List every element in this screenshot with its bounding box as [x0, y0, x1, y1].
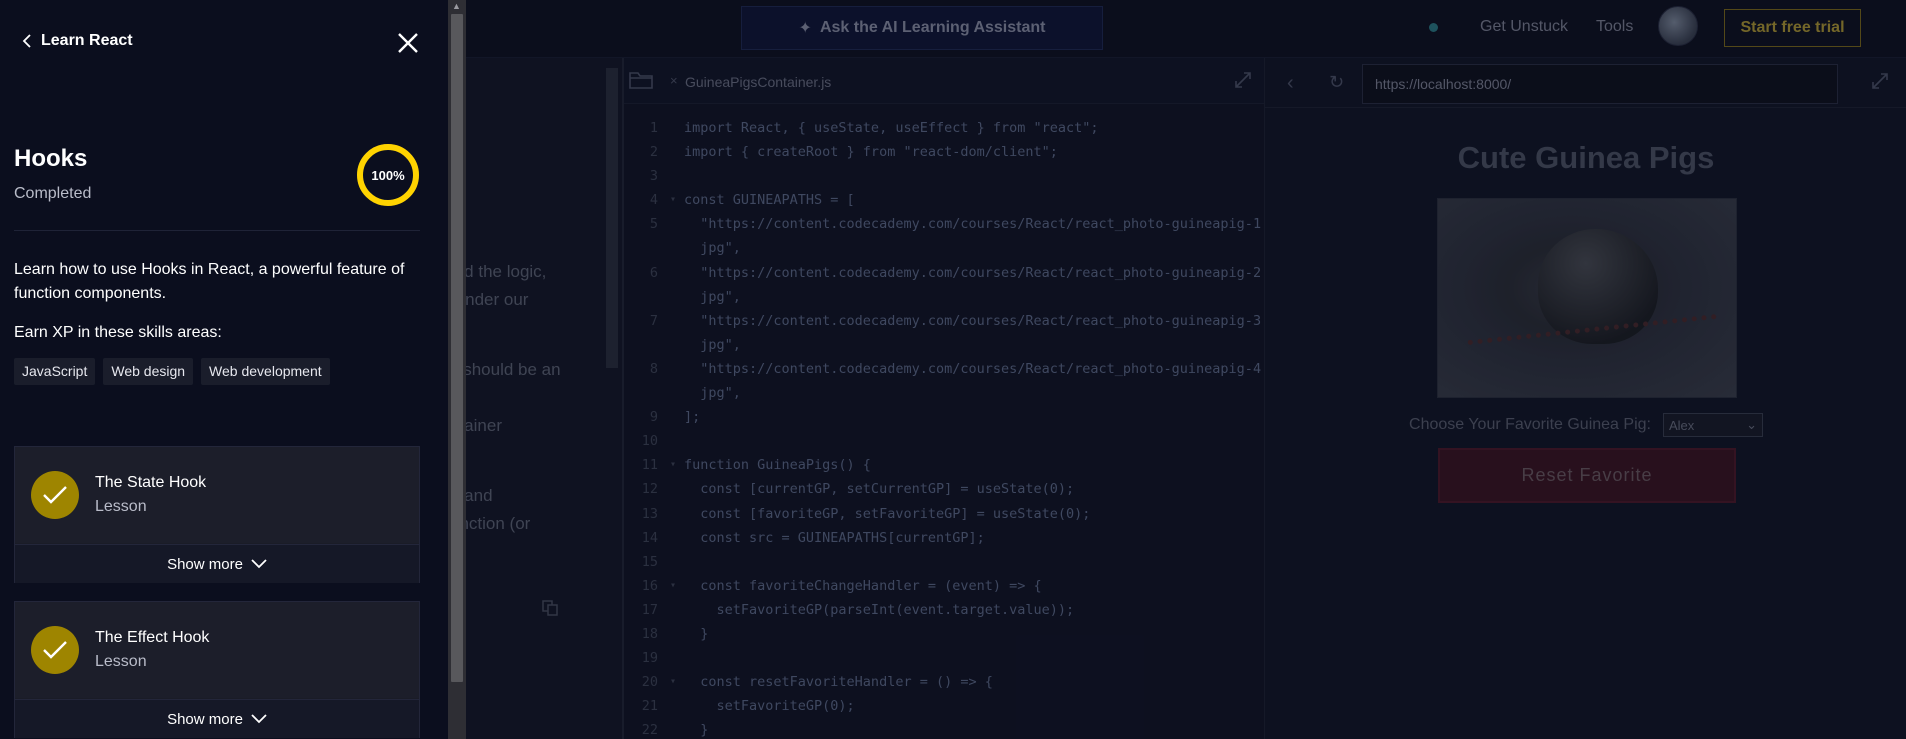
- skill-tag: JavaScript: [14, 358, 96, 385]
- chevron-down-icon: [251, 714, 267, 724]
- lesson-type: Lesson: [95, 653, 147, 670]
- lesson-header[interactable]: The State Hook Lesson: [15, 447, 419, 543]
- divider: [14, 230, 420, 231]
- drawer-scroll-thumb[interactable]: [451, 14, 463, 682]
- module-description: Learn how to use Hooks in React, a power…: [14, 261, 405, 302]
- progress-label: 100%: [371, 167, 405, 183]
- dim-overlay[interactable]: [466, 0, 1906, 739]
- close-icon[interactable]: [396, 31, 420, 55]
- lesson-header[interactable]: The Effect Hook Lesson: [15, 602, 419, 698]
- module-status: Completed: [14, 185, 92, 202]
- lesson-title[interactable]: The Effect Hook: [95, 629, 209, 647]
- scroll-up-arrow-icon[interactable]: ▲: [452, 1, 461, 11]
- show-more-button[interactable]: Show more: [15, 699, 419, 738]
- module-title: Hooks: [14, 145, 88, 172]
- app-root: ✦ Ask the AI Learning Assistant Get Unst…: [0, 0, 1906, 739]
- show-more-label: Show more: [167, 555, 243, 573]
- show-more-button[interactable]: Show more: [15, 544, 419, 583]
- lesson-type: Lesson: [95, 498, 147, 515]
- skill-tags: JavaScript Web design Web development: [14, 358, 330, 385]
- chevron-down-icon: [251, 559, 267, 569]
- lesson-title[interactable]: The State Hook: [95, 474, 206, 492]
- completed-check-icon: [31, 626, 79, 674]
- skill-tag: Web design: [103, 358, 194, 385]
- lesson-card: The State Hook Lesson Show more: [14, 446, 420, 583]
- skill-tag: Web development: [201, 358, 330, 385]
- back-to-course-link[interactable]: Learn React: [22, 32, 133, 50]
- show-more-label: Show more: [167, 710, 243, 728]
- module-drawer: Learn React Hooks Completed 100% Learn h…: [0, 0, 448, 739]
- completed-check-icon: [31, 471, 79, 519]
- chevron-left-icon: [22, 34, 31, 48]
- back-link-label: Learn React: [41, 32, 133, 49]
- skills-heading: Earn XP in these skills areas:: [14, 324, 222, 341]
- lesson-card: The Effect Hook Lesson Show more: [14, 601, 420, 738]
